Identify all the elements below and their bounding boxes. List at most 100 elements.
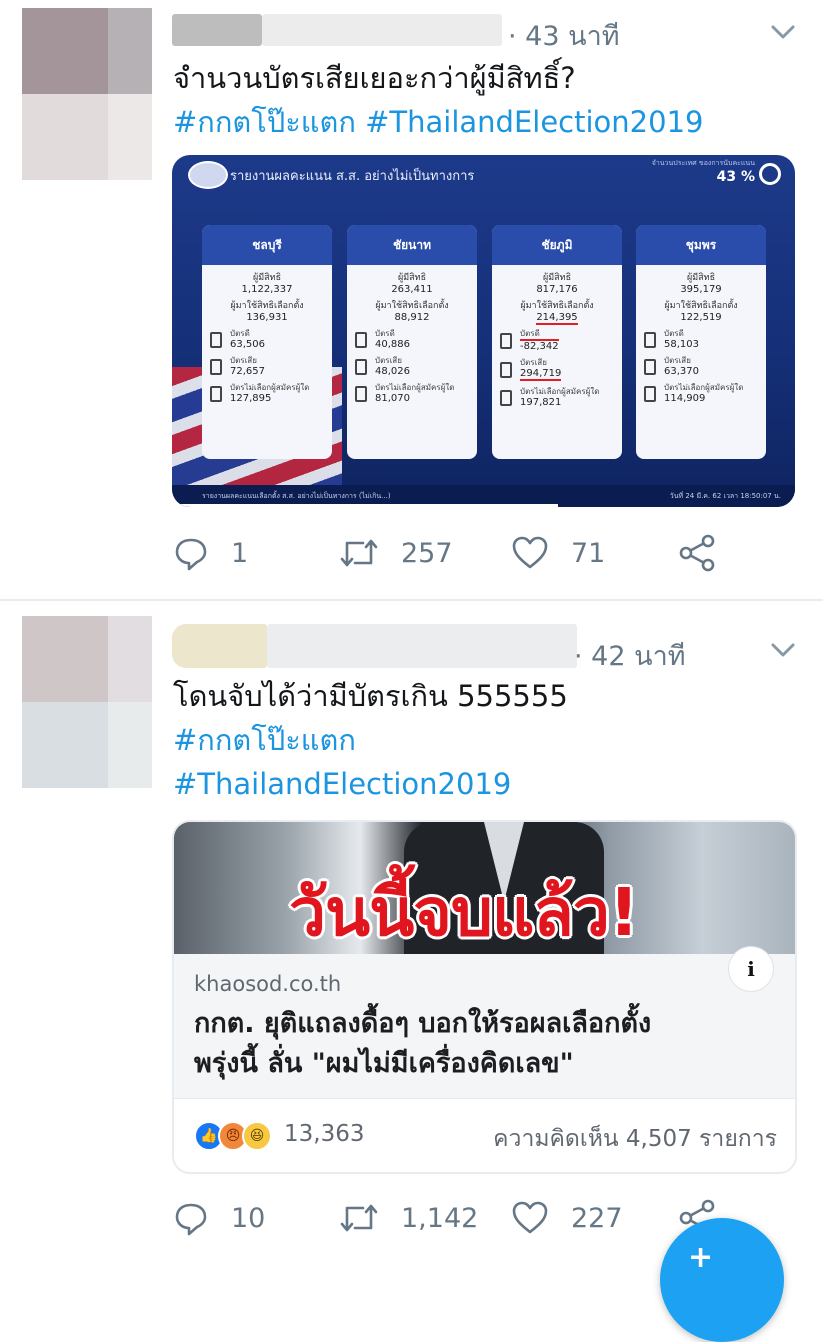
eligible-value: 263,411 <box>391 284 433 295</box>
ect-logo <box>188 161 228 189</box>
ballot-icon <box>355 385 367 402</box>
chevron-down-icon[interactable] <box>770 19 796 45</box>
tweet-text: จำนวนบัตรเสียเยอะกว่าผู้มีสิทธิ์? <box>173 61 576 95</box>
ballot-icon <box>210 358 222 375</box>
hashtag-link[interactable]: #ThailandElection2019 <box>365 105 703 139</box>
good-label: บัตรดี <box>664 329 684 338</box>
tweet-image[interactable]: รายงานผลคะแนน ส.ส. อย่างไม่เป็นทางการ จำ… <box>172 155 795 507</box>
share-button[interactable] <box>678 528 716 578</box>
link-preview-card[interactable]: วันนี้จบแล้ว! khaosod.co.th กกต. ยุติแถล… <box>172 820 797 1174</box>
share-icon <box>679 534 715 572</box>
retweet-button[interactable]: 1,142 <box>339 1193 478 1243</box>
good-value: 58,103 <box>664 339 699 350</box>
province-card: ชลบุรี ผู้มีสิทธิ 1,122,337 ผู้มาใช้สิทธ… <box>202 225 332 459</box>
reply-count: 1 <box>231 537 249 569</box>
province-name: ชัยนาท <box>347 225 477 265</box>
ballot-icon <box>500 389 512 406</box>
progress-value: 43 % <box>716 169 755 185</box>
bad-value: 48,026 <box>375 366 410 377</box>
ballot-icon <box>500 332 512 349</box>
author-handle-redacted[interactable] <box>267 624 577 668</box>
no-vote-value: 114,909 <box>664 393 706 404</box>
heart-icon <box>512 1201 548 1234</box>
eligible-value: 1,122,337 <box>241 284 293 295</box>
good-value: 40,886 <box>375 339 410 350</box>
eligible-value: 817,176 <box>536 284 578 295</box>
ballot-icon <box>644 385 656 402</box>
author-handle-redacted[interactable] <box>262 14 502 46</box>
eligible-label: ผู้มีสิทธิ <box>252 273 282 283</box>
bad-value: 63,370 <box>664 366 699 377</box>
bad-label: บัตรเสีย <box>664 356 691 365</box>
hashtag-link[interactable]: #กกตโป๊ะแตก <box>173 105 356 139</box>
comment-count: ความคิดเห็น 4,507 รายการ <box>493 1126 777 1152</box>
like-button[interactable]: 71 <box>511 528 605 578</box>
good-label: บัตรดี <box>230 329 250 338</box>
bad-label: บัตรเสีย <box>230 356 257 365</box>
like-count: 71 <box>571 537 606 569</box>
province-name: ชัยภูมิ <box>492 225 622 265</box>
link-preview-image[interactable]: วันนี้จบแล้ว! <box>174 822 795 954</box>
eligible-label: ผู้มีสิทธิ <box>542 273 572 283</box>
reply-button[interactable]: 10 <box>173 1193 265 1243</box>
like-button[interactable]: 227 <box>511 1193 623 1243</box>
hashtag-link[interactable]: #กกตโป๊ะแตก <box>173 718 356 762</box>
tweet-text: โดนจับได้ว่ามีบัตรเกิน 555555 <box>173 679 568 713</box>
voters-label: ผู้มาใช้สิทธิเลือกตั้ง <box>520 301 594 311</box>
eligible-value: 395,179 <box>680 284 722 295</box>
bad-value: 72,657 <box>230 366 265 377</box>
link-title: กกต. ยุติแถลงดื้อๆ บอกให้รอผลเลือกตั้ง พ… <box>194 1008 652 1079</box>
good-value: 63,506 <box>230 339 265 350</box>
ballot-icon <box>644 358 656 375</box>
good-value: -82,342 <box>520 341 559 352</box>
ballot-icon <box>355 331 367 348</box>
reply-count: 10 <box>231 1202 266 1234</box>
tweet-timestamp[interactable]: · 43 นาที <box>508 14 620 57</box>
hashtag-link[interactable]: #ThailandElection2019 <box>173 762 511 806</box>
compose-tweet-button[interactable]: + <box>660 1218 784 1342</box>
tweet-2[interactable]: · 42 นาที โดนจับได้ว่ามีบัตรเกิน 555555 … <box>0 600 823 1280</box>
author-name-redacted[interactable] <box>172 14 262 46</box>
province-name: ชลบุรี <box>202 225 332 265</box>
no-vote-value: 127,895 <box>230 393 272 404</box>
chevron-down-icon[interactable] <box>770 637 796 663</box>
ballot-icon <box>644 331 656 348</box>
tweet-1[interactable]: · 43 นาที จำนวนบัตรเสียเยอะกว่าผู้มีสิทธ… <box>0 0 823 600</box>
ballot-icon <box>500 361 512 378</box>
tweet-timestamp[interactable]: · 42 นาที <box>574 634 686 677</box>
avatar[interactable] <box>22 616 152 788</box>
bad-value: 294,719 <box>520 368 562 381</box>
retweet-button[interactable]: 257 <box>339 528 453 578</box>
link-stats: 👍 😠 😆 13,363 ความคิดเห็น 4,507 รายการ <box>174 1098 795 1172</box>
heart-icon <box>512 536 548 569</box>
link-domain: khaosod.co.th <box>194 972 342 996</box>
like-count: 227 <box>571 1202 623 1234</box>
province-card: ชัยนาท ผู้มีสิทธิ 263,411 ผู้มาใช้สิทธิเ… <box>347 225 477 459</box>
info-icon[interactable]: i <box>729 947 773 991</box>
tweet-actions: 1 257 71 <box>173 528 793 578</box>
avatar[interactable] <box>22 8 152 180</box>
reaction-count: 13,363 <box>284 1121 365 1147</box>
no-vote-value: 81,070 <box>375 393 410 404</box>
voters-value: 122,519 <box>680 312 722 323</box>
no-vote-label: บัตรไม่เลือกผู้สมัครผู้ใด <box>664 383 744 392</box>
ballot-icon <box>355 358 367 375</box>
reply-button[interactable]: 1 <box>173 528 248 578</box>
good-label: บัตรดี <box>375 329 395 338</box>
author-name-redacted[interactable] <box>172 624 267 668</box>
eligible-label: ผู้มีสิทธิ <box>397 273 427 283</box>
reply-icon <box>175 538 207 571</box>
retweet-icon <box>340 539 378 567</box>
media-header: รายงานผลคะแนน ส.ส. อย่างไม่เป็นทางการ <box>230 169 475 184</box>
voters-value: 88,912 <box>394 312 430 323</box>
voters-label: ผู้มาใช้สิทธิเลือกตั้ง <box>664 301 738 311</box>
progress-ring-icon <box>759 163 781 185</box>
video-progress-bar <box>172 504 559 507</box>
voters-label: ผู้มาใช้สิทธิเลือกตั้ง <box>230 301 304 311</box>
retweet-count: 1,142 <box>401 1202 479 1234</box>
link-meta[interactable]: khaosod.co.th กกต. ยุติแถลงดื้อๆ บอกให้ร… <box>174 954 795 1098</box>
bad-label: บัตรเสีย <box>375 356 402 365</box>
province-card: ชุมพร ผู้มีสิทธิ 395,179 ผู้มาใช้สิทธิเล… <box>636 225 766 459</box>
footer-timestamp: วันที่ 24 มี.ค. 62 เวลา 18:50:07 น. <box>669 492 781 500</box>
image-headline: วันนี้จบแล้ว! <box>289 874 639 951</box>
